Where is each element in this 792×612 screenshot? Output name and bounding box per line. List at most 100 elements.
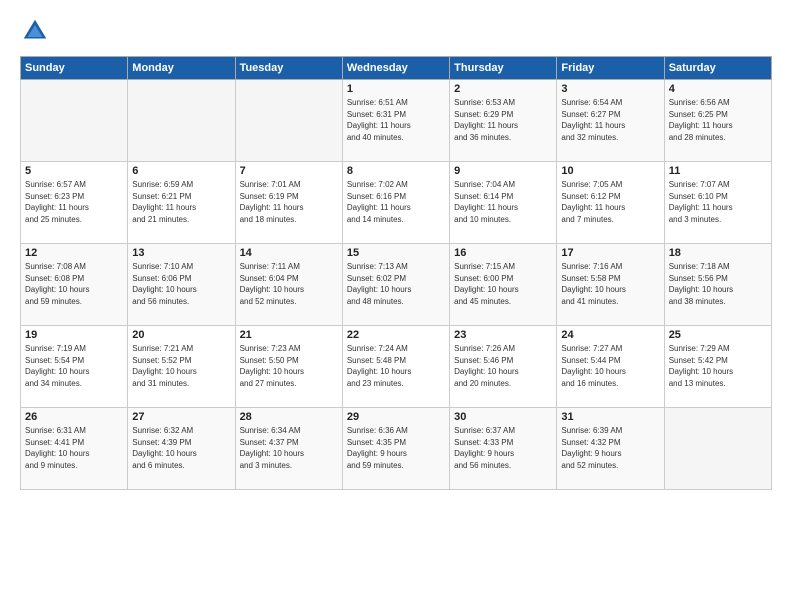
logo-icon — [20, 16, 50, 46]
calendar-cell: 1 Sunrise: 6:51 AM Sunset: 6:31 PM Daylig… — [342, 80, 449, 162]
header-day-saturday: Saturday — [664, 57, 771, 80]
calendar-cell — [128, 80, 235, 162]
day-info: Sunrise: 6:54 AM Sunset: 6:27 PM Dayligh… — [561, 97, 659, 143]
day-info: Sunrise: 6:59 AM Sunset: 6:21 PM Dayligh… — [132, 179, 230, 225]
calendar-cell: 3 Sunrise: 6:54 AM Sunset: 6:27 PM Daylig… — [557, 80, 664, 162]
header-day-monday: Monday — [128, 57, 235, 80]
day-number: 9 — [454, 165, 552, 177]
day-info: Sunrise: 7:16 AM Sunset: 5:58 PM Dayligh… — [561, 261, 659, 307]
day-number: 5 — [25, 165, 123, 177]
calendar-cell: 16Sunrise: 7:15 AM Sunset: 6:00 PM Dayli… — [450, 244, 557, 326]
calendar-cell: 26 Sunrise: 6:31 AM Sunset: 4:41 PM Dayli… — [21, 408, 128, 490]
week-row-0: 1 Sunrise: 6:51 AM Sunset: 6:31 PM Daylig… — [21, 80, 772, 162]
calendar-cell: 31 Sunrise: 6:39 AM Sunset: 4:32 PM Dayli… — [557, 408, 664, 490]
day-number: 3 — [561, 83, 659, 95]
day-info: Sunrise: 6:53 AM Sunset: 6:29 PM Dayligh… — [454, 97, 552, 143]
day-number: 25 — [669, 329, 767, 341]
day-number: 30 — [454, 411, 552, 423]
day-number: 6 — [132, 165, 230, 177]
day-info: Sunrise: 6:39 AM Sunset: 4:32 PM Dayligh… — [561, 425, 659, 471]
calendar-cell: 17 Sunrise: 7:16 AM Sunset: 5:58 PM Dayli… — [557, 244, 664, 326]
day-info: Sunrise: 7:27 AM Sunset: 5:44 PM Dayligh… — [561, 343, 659, 389]
day-info: Sunrise: 7:24 AM Sunset: 5:48 PM Dayligh… — [347, 343, 445, 389]
day-info: Sunrise: 6:51 AM Sunset: 6:31 PM Dayligh… — [347, 97, 445, 143]
day-number: 7 — [240, 165, 338, 177]
calendar-cell: 23Sunrise: 7:26 AM Sunset: 5:46 PM Dayli… — [450, 326, 557, 408]
calendar-cell: 2 Sunrise: 6:53 AM Sunset: 6:29 PM Daylig… — [450, 80, 557, 162]
calendar-cell: 15 Sunrise: 7:13 AM Sunset: 6:02 PM Dayli… — [342, 244, 449, 326]
page-container: SundayMondayTuesdayWednesdayThursdayFrid… — [0, 0, 792, 612]
calendar-cell: 29Sunrise: 6:36 AM Sunset: 4:35 PM Dayli… — [342, 408, 449, 490]
day-info: Sunrise: 7:04 AM Sunset: 6:14 PM Dayligh… — [454, 179, 552, 225]
calendar-cell: 4 Sunrise: 6:56 AM Sunset: 6:25 PM Daylig… — [664, 80, 771, 162]
calendar-cell — [664, 408, 771, 490]
day-number: 10 — [561, 165, 659, 177]
calendar-header: SundayMondayTuesdayWednesdayThursdayFrid… — [21, 57, 772, 80]
page-header — [20, 16, 772, 46]
day-number: 28 — [240, 411, 338, 423]
day-info: Sunrise: 7:05 AM Sunset: 6:12 PM Dayligh… — [561, 179, 659, 225]
day-info: Sunrise: 6:37 AM Sunset: 4:33 PM Dayligh… — [454, 425, 552, 471]
header-day-friday: Friday — [557, 57, 664, 80]
calendar-cell: 8Sunrise: 7:02 AM Sunset: 6:16 PM Daylig… — [342, 162, 449, 244]
calendar-body: 1 Sunrise: 6:51 AM Sunset: 6:31 PM Daylig… — [21, 80, 772, 490]
day-info: Sunrise: 7:23 AM Sunset: 5:50 PM Dayligh… — [240, 343, 338, 389]
calendar-cell: 18 Sunrise: 7:18 AM Sunset: 5:56 PM Dayli… — [664, 244, 771, 326]
calendar-cell: 5 Sunrise: 6:57 AM Sunset: 6:23 PM Daylig… — [21, 162, 128, 244]
day-number: 12 — [25, 247, 123, 259]
calendar-cell: 24Sunrise: 7:27 AM Sunset: 5:44 PM Dayli… — [557, 326, 664, 408]
calendar-cell: 19 Sunrise: 7:19 AM Sunset: 5:54 PM Dayli… — [21, 326, 128, 408]
week-row-1: 5 Sunrise: 6:57 AM Sunset: 6:23 PM Daylig… — [21, 162, 772, 244]
day-info: Sunrise: 6:32 AM Sunset: 4:39 PM Dayligh… — [132, 425, 230, 471]
header-day-thursday: Thursday — [450, 57, 557, 80]
calendar-cell: 20 Sunrise: 7:21 AM Sunset: 5:52 PM Dayli… — [128, 326, 235, 408]
day-info: Sunrise: 7:19 AM Sunset: 5:54 PM Dayligh… — [25, 343, 123, 389]
week-row-2: 12 Sunrise: 7:08 AM Sunset: 6:08 PM Dayli… — [21, 244, 772, 326]
calendar-cell: 21 Sunrise: 7:23 AM Sunset: 5:50 PM Dayli… — [235, 326, 342, 408]
day-number: 1 — [347, 83, 445, 95]
day-info: Sunrise: 7:13 AM Sunset: 6:02 PM Dayligh… — [347, 261, 445, 307]
day-number: 13 — [132, 247, 230, 259]
logo — [20, 16, 54, 46]
calendar-cell: 9 Sunrise: 7:04 AM Sunset: 6:14 PM Daylig… — [450, 162, 557, 244]
header-day-tuesday: Tuesday — [235, 57, 342, 80]
day-info: Sunrise: 6:36 AM Sunset: 4:35 PM Dayligh… — [347, 425, 445, 471]
day-number: 14 — [240, 247, 338, 259]
day-info: Sunrise: 7:08 AM Sunset: 6:08 PM Dayligh… — [25, 261, 123, 307]
day-info: Sunrise: 7:07 AM Sunset: 6:10 PM Dayligh… — [669, 179, 767, 225]
header-row: SundayMondayTuesdayWednesdayThursdayFrid… — [21, 57, 772, 80]
day-number: 15 — [347, 247, 445, 259]
calendar-cell: 7Sunrise: 7:01 AM Sunset: 6:19 PM Daylig… — [235, 162, 342, 244]
calendar-cell: 22 Sunrise: 7:24 AM Sunset: 5:48 PM Dayli… — [342, 326, 449, 408]
day-number: 18 — [669, 247, 767, 259]
day-number: 26 — [25, 411, 123, 423]
day-info: Sunrise: 7:29 AM Sunset: 5:42 PM Dayligh… — [669, 343, 767, 389]
day-number: 11 — [669, 165, 767, 177]
calendar-cell: 11 Sunrise: 7:07 AM Sunset: 6:10 PM Dayli… — [664, 162, 771, 244]
day-number: 4 — [669, 83, 767, 95]
day-info: Sunrise: 7:10 AM Sunset: 6:06 PM Dayligh… — [132, 261, 230, 307]
day-info: Sunrise: 6:57 AM Sunset: 6:23 PM Dayligh… — [25, 179, 123, 225]
day-number: 20 — [132, 329, 230, 341]
day-info: Sunrise: 7:18 AM Sunset: 5:56 PM Dayligh… — [669, 261, 767, 307]
day-info: Sunrise: 6:31 AM Sunset: 4:41 PM Dayligh… — [25, 425, 123, 471]
day-number: 22 — [347, 329, 445, 341]
calendar-cell: 25 Sunrise: 7:29 AM Sunset: 5:42 PM Dayli… — [664, 326, 771, 408]
day-number: 8 — [347, 165, 445, 177]
day-info: Sunrise: 7:21 AM Sunset: 5:52 PM Dayligh… — [132, 343, 230, 389]
day-number: 31 — [561, 411, 659, 423]
day-info: Sunrise: 6:56 AM Sunset: 6:25 PM Dayligh… — [669, 97, 767, 143]
calendar-cell: 30 Sunrise: 6:37 AM Sunset: 4:33 PM Dayli… — [450, 408, 557, 490]
day-number: 23 — [454, 329, 552, 341]
day-info: Sunrise: 7:11 AM Sunset: 6:04 PM Dayligh… — [240, 261, 338, 307]
calendar-cell: 14 Sunrise: 7:11 AM Sunset: 6:04 PM Dayli… — [235, 244, 342, 326]
day-info: Sunrise: 6:34 AM Sunset: 4:37 PM Dayligh… — [240, 425, 338, 471]
calendar-cell: 13 Sunrise: 7:10 AM Sunset: 6:06 PM Dayli… — [128, 244, 235, 326]
day-number: 19 — [25, 329, 123, 341]
day-number: 2 — [454, 83, 552, 95]
day-number: 17 — [561, 247, 659, 259]
day-number: 21 — [240, 329, 338, 341]
calendar-cell — [21, 80, 128, 162]
calendar-cell: 6 Sunrise: 6:59 AM Sunset: 6:21 PM Daylig… — [128, 162, 235, 244]
calendar-cell: 27Sunrise: 6:32 AM Sunset: 4:39 PM Dayli… — [128, 408, 235, 490]
